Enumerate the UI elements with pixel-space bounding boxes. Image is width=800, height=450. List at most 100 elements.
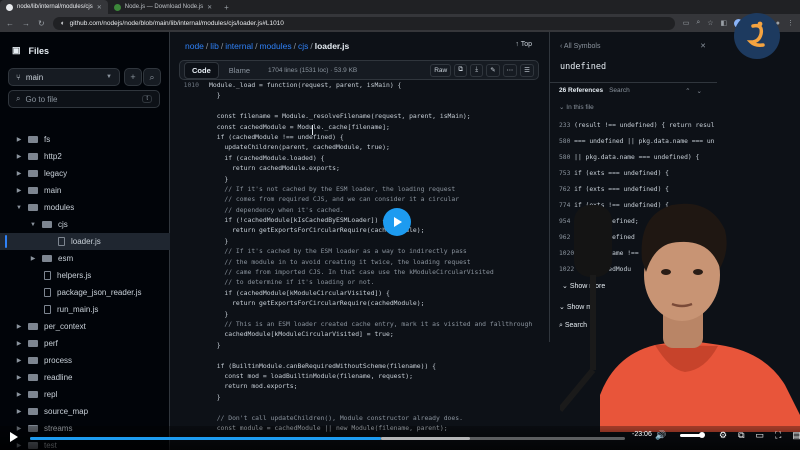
line-number[interactable] — [179, 215, 209, 225]
line-number[interactable] — [179, 194, 209, 204]
settings-gear-icon[interactable]: ⚙ — [719, 430, 727, 441]
browser-tab-nodejs[interactable]: Node.js — Download Node.js ✕ — [108, 0, 218, 14]
line-number[interactable] — [179, 371, 209, 381]
picture-in-picture-icon[interactable]: ⧉ — [738, 430, 744, 441]
line-number[interactable] — [179, 90, 209, 100]
reference-item[interactable]: 233 (result !== undefined) { return resu… — [550, 118, 717, 134]
captions-icon[interactable]: ▤ — [792, 430, 800, 441]
tree-item[interactable]: ▶ fs — [0, 131, 170, 148]
tree-item[interactable]: ▶ esm — [0, 250, 170, 267]
tree-item[interactable]: ▶ repl — [0, 386, 170, 403]
line-number[interactable] — [179, 309, 209, 319]
cast-icon[interactable]: ▭ — [756, 430, 765, 441]
breadcrumb-link[interactable]: internal — [225, 41, 253, 51]
bookmark-star-icon[interactable]: ☆ — [707, 19, 713, 27]
reference-item[interactable]: 580 === undefined || pkg.data.name === u… — [550, 134, 717, 150]
search-files-button[interactable]: ⌕ — [143, 68, 161, 86]
collapse-sidebar-icon[interactable]: ▣ — [12, 45, 21, 56]
line-number[interactable] — [179, 381, 209, 391]
add-file-button[interactable]: + — [124, 68, 142, 86]
branch-selector[interactable]: ⑂ main ▼ — [8, 68, 120, 86]
video-play-button[interactable] — [383, 208, 411, 236]
tree-item[interactable]: ▼ cjs — [0, 216, 170, 233]
line-number[interactable] — [179, 225, 209, 235]
close-panel-icon[interactable]: ✕ — [700, 42, 706, 50]
line-number[interactable] — [179, 236, 209, 246]
close-tab-icon[interactable]: ✕ — [97, 4, 102, 11]
line-number[interactable] — [179, 402, 209, 412]
line-number[interactable] — [179, 319, 209, 329]
line-number[interactable] — [179, 392, 209, 402]
line-number[interactable] — [179, 246, 209, 256]
line-number[interactable] — [179, 153, 209, 163]
top-button[interactable]: ↑ Top — [515, 41, 532, 48]
line-number[interactable] — [179, 163, 209, 173]
forward-icon[interactable]: → — [22, 19, 30, 28]
reference-nav-arrows-icon[interactable]: ⌃⌄ — [685, 87, 708, 95]
tree-item[interactable]: ▶ process — [0, 352, 170, 369]
code-lines[interactable]: 1010 Module._load = function(request, par… — [179, 80, 546, 432]
tree-item[interactable]: package_json_reader.js — [0, 284, 170, 301]
line-number[interactable] — [179, 277, 209, 287]
line-number[interactable] — [179, 101, 209, 111]
tree-item[interactable]: ▶ http2 — [0, 148, 170, 165]
line-number[interactable] — [179, 288, 209, 298]
tree-item[interactable]: ▼ modules — [0, 199, 170, 216]
breadcrumb-link[interactable]: cjs — [298, 41, 308, 51]
line-number[interactable] — [179, 132, 209, 142]
zoom-icon[interactable]: ⌕ — [696, 19, 700, 27]
line-number[interactable] — [179, 413, 209, 423]
tree-item[interactable]: ▶ legacy — [0, 165, 170, 182]
raw-button[interactable]: Raw — [430, 63, 452, 77]
download-icon[interactable]: ⤓ — [470, 63, 484, 77]
line-number[interactable] — [179, 340, 209, 350]
line-number[interactable] — [179, 111, 209, 121]
line-number[interactable] — [179, 329, 209, 339]
fullscreen-icon[interactable]: ⛶ — [775, 430, 781, 441]
line-number[interactable] — [179, 122, 209, 132]
reference-item[interactable]: 580 || pkg.data.name === undefined) { — [550, 150, 717, 166]
breadcrumb-link[interactable]: modules — [259, 41, 291, 51]
search-references-label[interactable]: Search — [609, 87, 630, 94]
go-to-file-input[interactable]: ⌕ Go to file t — [8, 90, 160, 108]
line-number[interactable] — [179, 205, 209, 215]
tree-item[interactable]: ▶ per_context — [0, 318, 170, 335]
browser-tab-github[interactable]: node/lib/internal/modules/cjs ✕ — [0, 0, 108, 14]
close-tab-icon[interactable]: ✕ — [207, 4, 212, 11]
copy-icon[interactable]: ⧉ — [454, 63, 468, 77]
video-seek-bar[interactable] — [30, 437, 625, 440]
line-number[interactable] — [179, 298, 209, 308]
line-number[interactable] — [179, 142, 209, 152]
play-pause-icon[interactable] — [9, 431, 19, 443]
tree-item[interactable]: run_main.js — [0, 301, 170, 318]
tree-item[interactable]: ▶ perf — [0, 335, 170, 352]
line-number[interactable] — [179, 257, 209, 267]
symbols-panel-icon[interactable]: ☰ — [520, 63, 534, 77]
back-to-symbols-link[interactable]: ‹ All Symbols — [560, 43, 600, 50]
line-number[interactable]: 1010 — [179, 80, 209, 90]
line-number[interactable] — [179, 361, 209, 371]
tree-item[interactable]: ▶ source_map — [0, 403, 170, 420]
tree-item[interactable]: helpers.js — [0, 267, 170, 284]
reload-icon[interactable]: ↻ — [38, 19, 45, 28]
line-number[interactable] — [179, 184, 209, 194]
tree-item[interactable]: ▶ main — [0, 182, 170, 199]
volume-icon[interactable]: 🔊 — [655, 430, 673, 441]
back-icon[interactable]: ← — [6, 19, 14, 28]
new-tab-icon[interactable]: + — [218, 3, 235, 12]
volume-slider[interactable] — [680, 432, 705, 438]
url-field[interactable]: ◐ github.com/nodejs/node/blob/main/lib/i… — [52, 16, 675, 30]
tab-blame[interactable]: Blame — [222, 63, 257, 78]
tree-item[interactable]: ▶ readline — [0, 369, 170, 386]
browser-menu-icon[interactable]: ⋮ — [787, 19, 794, 27]
site-info-icon[interactable]: ◐ — [61, 20, 65, 27]
line-number[interactable] — [179, 267, 209, 277]
line-number[interactable] — [179, 174, 209, 184]
breadcrumb-link[interactable]: node — [185, 41, 204, 51]
cast-icon[interactable]: ▭ — [683, 19, 690, 27]
tab-code[interactable]: Code — [184, 61, 219, 79]
tree-item[interactable]: loader.js — [0, 233, 170, 250]
extension-icon[interactable]: ◧ — [721, 19, 728, 27]
line-number[interactable] — [179, 350, 209, 360]
breadcrumb-link[interactable]: lib — [210, 41, 219, 51]
